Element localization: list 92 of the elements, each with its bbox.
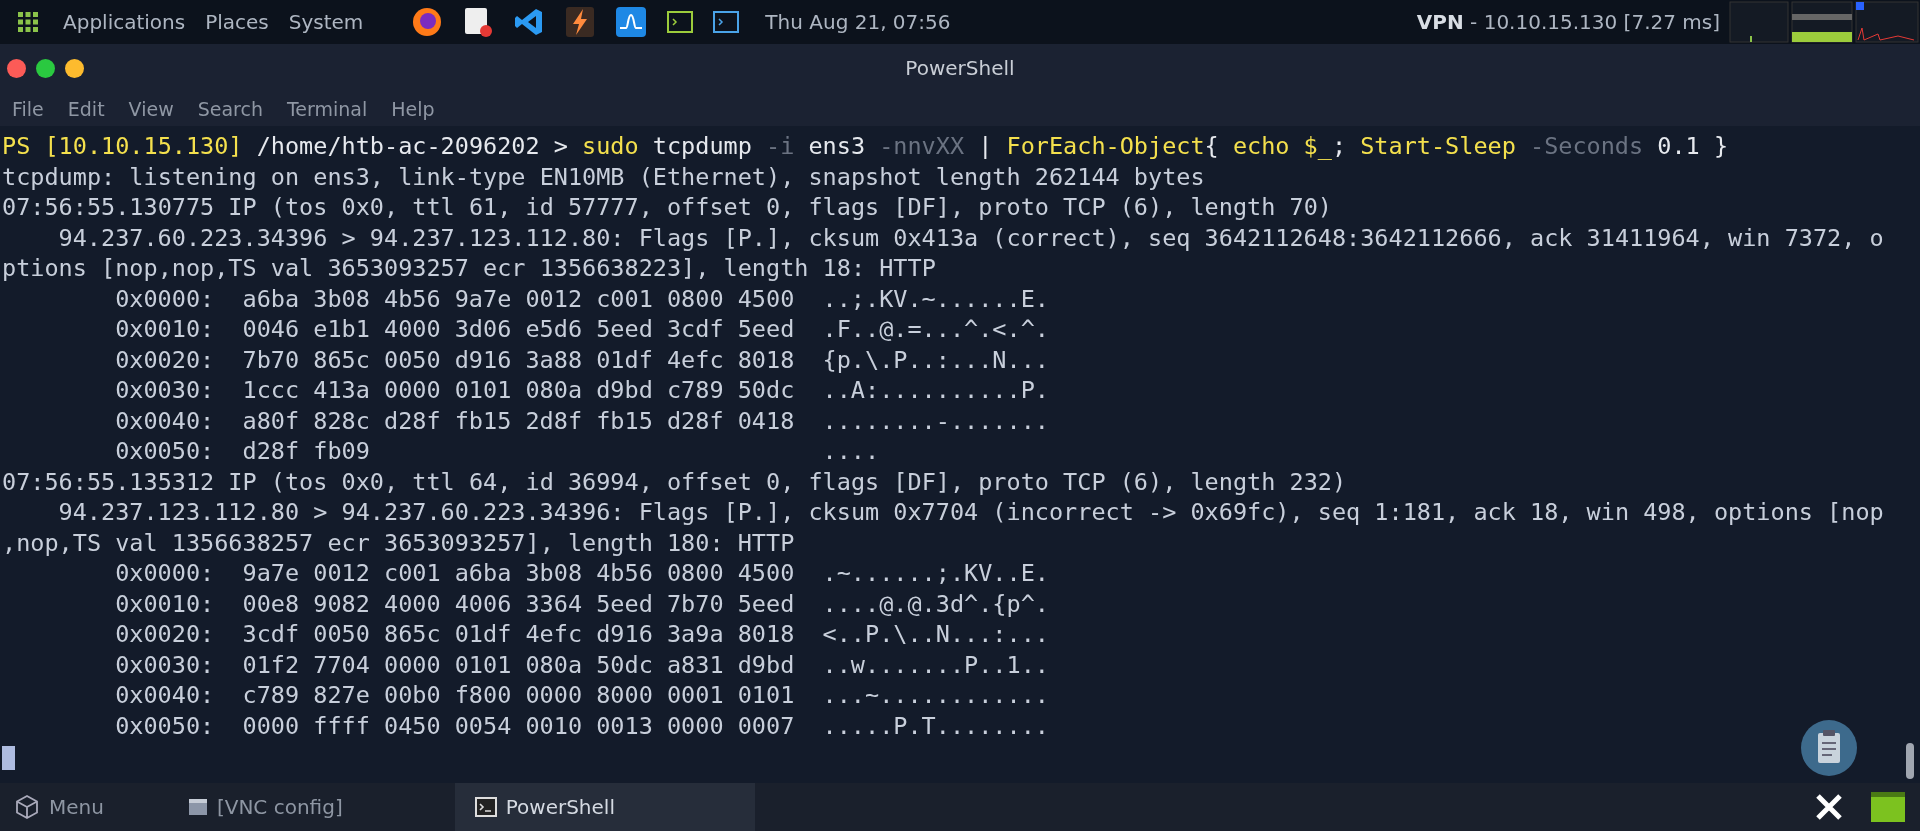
panel-menu[interactable]: Applications: [63, 10, 186, 34]
hex-offset: 0x0050:: [115, 710, 216, 741]
menu-item[interactable]: Search: [197, 98, 263, 120]
terminal-icon: [474, 797, 497, 817]
hex-bytes: 7b70 865c 0050 d916 3a88 01df 4efc 8018: [242, 345, 795, 374]
terminal-icon[interactable]: [667, 11, 694, 33]
output-line: 07:56:55.130775 IP (tos 0x0, ttl 61, id 57777, offset 0, flags [DF], proto TCP (6), length 70): [2, 193, 1332, 221]
command-token: echo: [1232, 132, 1290, 160]
command-token: ;: [1331, 132, 1347, 160]
wave-icon[interactable]: [615, 6, 648, 38]
apps-grid-icon[interactable]: [17, 11, 39, 33]
text-cursor: [2, 745, 15, 770]
ascii-dump: <..P.\..N...:...: [822, 620, 1049, 648]
menu-item[interactable]: File: [12, 98, 44, 120]
hex-offset: 0x0020:: [115, 619, 216, 650]
taskbar-button[interactable]: Menu: [4, 783, 124, 831]
clock: Thu Aug 21, 07:56: [765, 10, 951, 34]
document-icon[interactable]: [463, 6, 494, 38]
hex-offset: 0x0010:: [115, 588, 216, 619]
hex-offset: 0x0030:: [115, 375, 216, 406]
menu-item[interactable]: Terminal: [286, 98, 368, 120]
clipboard-icon[interactable]: [1800, 719, 1858, 777]
command-token: /home/htb-ac-2096202 >: [256, 132, 568, 160]
output-line: 94.237.60.223.34396 > 94.237.123.112.80: Flags [P.], cksum 0x413a (correct), seq 3642112648:3642112666, ack 31411964, win 7372, o: [58, 223, 1884, 252]
panel-menu[interactable]: System: [288, 10, 364, 34]
maximize-button[interactable]: [36, 58, 55, 78]
hex-offset: 0x0020:: [115, 344, 216, 375]
output-line: ptions [nop,nop,TS val 3653093257 ecr 1356638223], length 18: HTTP: [2, 254, 936, 282]
taskbar-button[interactable]: [VNC config]: [167, 783, 363, 831]
menu-item[interactable]: Edit: [67, 98, 105, 120]
minimize-button[interactable]: [65, 58, 84, 78]
hex-bytes: 9a7e 0012 c001 a6ba 3b08 4b56 0800 4500: [242, 559, 795, 587]
hex-offset: 0x0030:: [115, 649, 216, 680]
ascii-dump: {p.\.P..:...N...: [822, 345, 1049, 374]
menu-item[interactable]: Help: [391, 98, 435, 120]
hex-offset: 0x0050:: [115, 436, 216, 467]
ascii-dump: ..w.......P..1..: [822, 650, 1049, 679]
cube-icon: [14, 794, 40, 820]
ascii-dump: .F..@.=...^.<.^.: [822, 315, 1049, 343]
ascii-dump: .....P.T........: [822, 711, 1049, 740]
output-line: 07:56:55.135312 IP (tos 0x0, ttl 64, id 36994, offset 0, flags [DF], proto TCP (6), length 232): [2, 467, 1347, 496]
lightning-icon[interactable]: [565, 6, 596, 38]
command-token: PS [10.10.15.130]: [2, 132, 243, 160]
command-token: Start-Sleep: [1360, 132, 1516, 160]
taskbar-button[interactable]: PowerShell: [454, 783, 755, 831]
browser-icon[interactable]: [411, 6, 444, 38]
hex-bytes: 3cdf 0050 865c 01df 4efc d916 3a9a 8018: [242, 620, 795, 648]
output-line: 94.237.123.112.80 > 94.237.60.223.34396: Flags [P.], cksum 0x7704 (incorrect -> 0x69fc), seq 1:181, ack 18, win 498, options [nop: [58, 498, 1884, 526]
window-title: PowerShell: [905, 56, 1015, 80]
output-line: tcpdump: listening on ens3, link-type EN10MB (Ethernet), snapshot length 262144 bytes: [2, 162, 1205, 191]
command-token: -Seconds: [1530, 132, 1644, 160]
ascii-dump: ..;.KV.~......E.: [822, 284, 1049, 313]
command-token: ForEach-Object: [1006, 132, 1205, 160]
app-tile-icon[interactable]: [1870, 791, 1906, 823]
terminal-icon[interactable]: [713, 11, 740, 33]
ascii-dump: ..A:..........P.: [822, 376, 1049, 404]
hex-bytes: 0046 e1b1 4000 3d06 e5d6 5eed 3cdf 5eed: [242, 315, 795, 343]
vpn-status: VPN - 10.10.15.130 [7.27 ms]: [1416, 10, 1720, 34]
hex-offset: 0x0040:: [115, 680, 216, 711]
command-token: $_: [1303, 132, 1332, 160]
hex-bytes: 00e8 9082 4000 4006 3364 5eed 7b70 5eed: [242, 589, 795, 618]
command-token: -nnvXX: [879, 132, 965, 160]
command-token: sudo: [582, 132, 639, 160]
command-token: ens3: [808, 132, 866, 160]
ascii-dump: ...~............: [822, 681, 1049, 709]
output-line: ,nop,TS val 1356638257 ecr 3653093257], length 180: HTTP: [2, 528, 795, 557]
hex-offset: 0x0040:: [115, 405, 216, 436]
command-token: {: [1204, 132, 1219, 160]
ascii-dump: ....: [822, 437, 880, 465]
hex-offset: 0x0000:: [115, 283, 216, 314]
hex-bytes: 1ccc 413a 0000 0101 080a d9bd c789 50dc: [242, 376, 795, 404]
ascii-dump: ........-.......: [822, 406, 1049, 435]
ascii-dump: .~......;.KV..E.: [822, 559, 1049, 587]
hex-offset: 0x0010:: [115, 314, 216, 345]
hex-bytes: a6ba 3b08 4b56 9a7e 0012 c001 0800 4500: [242, 284, 795, 313]
hex-bytes: 01f2 7704 0000 0101 080a 50dc a831 d9bd: [242, 650, 795, 679]
menu-item[interactable]: View: [128, 98, 174, 120]
hex-bytes: d28f fb09: [242, 437, 370, 465]
command-token: tcpdump: [652, 132, 752, 160]
command-token: |: [978, 132, 993, 160]
panel-menu[interactable]: Places: [205, 10, 269, 34]
ascii-dump: ....@.@.3d^.{p^.: [822, 589, 1049, 618]
window-icon: [187, 798, 208, 816]
hex-bytes: c789 827e 00b0 f800 0000 8000 0001 0101: [242, 681, 795, 709]
hex-bytes: a80f 828c d28f fb15 2d8f fb15 d28f 0418: [242, 406, 795, 435]
close-button[interactable]: [7, 58, 26, 78]
command-token: 0.1 }: [1657, 132, 1729, 160]
command-token: -i: [766, 132, 795, 160]
hex-bytes: 0000 ffff 0450 0054 0010 0013 0000 0007: [242, 711, 795, 740]
close-icon[interactable]: [1814, 792, 1844, 822]
hex-offset: 0x0000:: [115, 558, 216, 589]
scrollbar-thumb[interactable]: [1906, 743, 1914, 779]
